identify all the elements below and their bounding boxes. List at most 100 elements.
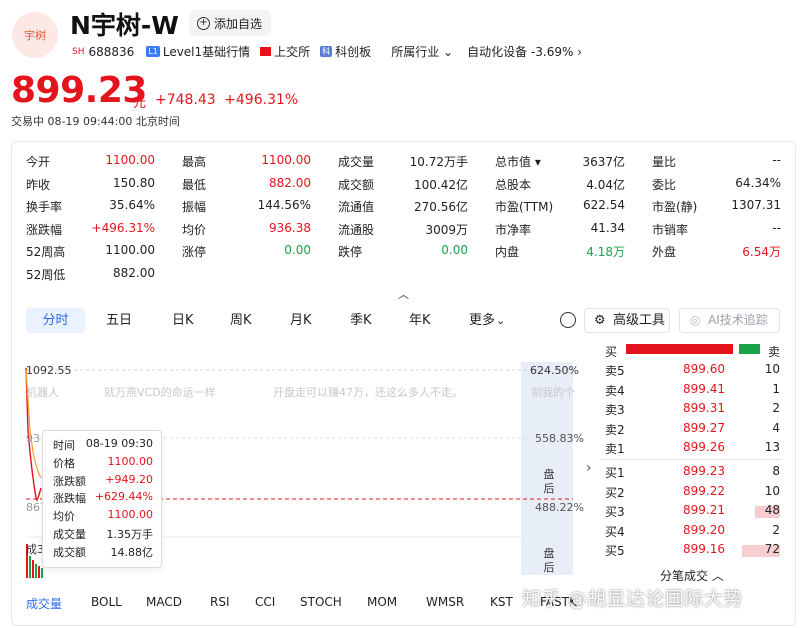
quote-label: 52周高 xyxy=(26,245,66,259)
tooltip-row: 涨跌额 +949.20 xyxy=(53,473,153,489)
asks-volume: 10 xyxy=(764,362,780,376)
asks-label: 卖1 xyxy=(605,442,625,456)
industry-link[interactable]: 自动化设备 -3.69% › xyxy=(467,43,582,60)
asks-price: 899.26 xyxy=(683,440,725,454)
left-mid-label: 93 xyxy=(26,432,40,445)
indicator-tab[interactable]: RSI xyxy=(210,595,230,609)
danmaku-2: 就万燕VCD的命运一样 xyxy=(104,386,216,399)
current-price: 899.23 xyxy=(11,70,147,111)
board-icon: 科 xyxy=(320,46,333,57)
tooltip-key: 涨跌额 xyxy=(53,474,86,488)
bids-price: 899.22 xyxy=(683,483,725,498)
quote-value: 100.42亿 xyxy=(414,177,468,192)
asks-volume: 13 xyxy=(764,440,780,454)
tooltip-row: 涨跌幅 +629.44% xyxy=(53,490,153,506)
ai-icon: ◎ xyxy=(690,313,701,327)
tab-intraday[interactable]: 分时 xyxy=(26,308,85,333)
indicator-tab[interactable]: MACD xyxy=(146,595,182,609)
chevron-up-icon: ︿ xyxy=(711,569,724,583)
quote-label: 流通股 xyxy=(338,222,375,237)
trades-toggle[interactable]: 分笔成交 ︿ xyxy=(660,567,724,584)
expand-orderbook-icon[interactable]: › xyxy=(586,460,592,476)
level1-link[interactable]: Level1基础行情 xyxy=(163,43,250,60)
quote-value: 4.18万 xyxy=(586,245,625,259)
ai-tracking-button[interactable]: ◎ AI技术追踪 xyxy=(679,308,780,333)
bids-label: 买1 xyxy=(605,466,625,480)
advanced-tools-label: 高级工具 xyxy=(613,313,666,328)
asks-label: 卖5 xyxy=(605,364,625,378)
tooltip-value: 08-19 09:30 xyxy=(85,437,153,450)
china-flag-icon xyxy=(260,47,272,56)
tab-1[interactable]: 五日 xyxy=(106,308,132,333)
chart-tooltip: 时间 08-19 09:30 价格 1100.00 涨跌额 +949.20 涨跌幅 +629.… xyxy=(42,430,162,568)
asks-row: 卖4 899.41 1 xyxy=(605,382,780,401)
fullscreen-icon[interactable] xyxy=(560,312,576,328)
quote-label: 内盘 xyxy=(495,245,520,259)
quote-label: 量比 xyxy=(652,155,677,169)
quote-value: 1100.00 xyxy=(105,243,155,257)
indicator-tab[interactable]: 成交量 xyxy=(26,595,62,612)
bids-volume: 8 xyxy=(772,464,780,478)
quote-label: 总市值 ▾ xyxy=(495,155,541,169)
indicator-tab[interactable]: STOCH xyxy=(300,595,342,609)
trading-status: 交易中 08-19 09:44:00 北京时间 xyxy=(11,115,180,128)
price-high-label: 1092.55 xyxy=(26,364,72,377)
danmaku-3: 开盘走可以赚47万，还这么多人不走。 xyxy=(273,386,463,399)
tab-5[interactable]: 季K xyxy=(350,308,372,333)
bids-row: 买5 899.16 72 xyxy=(605,542,780,561)
quote-value: 41.34 xyxy=(590,220,625,235)
indicator-tab[interactable]: WMSR xyxy=(426,595,464,609)
bids-price: 899.21 xyxy=(683,503,725,517)
industry-dropdown[interactable]: 所属行业 ⌄ xyxy=(391,43,453,60)
indicator-tab[interactable]: MOM xyxy=(367,595,397,609)
quote-value: 1100.00 xyxy=(261,153,311,167)
quote-value: 4.04亿 xyxy=(586,177,625,192)
tooltip-value: 1100.00 xyxy=(107,454,154,468)
quote-value: 150.80 xyxy=(113,175,155,190)
quote-label: 52周低 xyxy=(26,267,66,282)
tab-7[interactable]: 更多 xyxy=(469,308,495,333)
pct-low-label: 488.22% xyxy=(535,501,584,514)
industry-value: 自动化设备 -3.69% xyxy=(467,45,574,59)
add-watchlist-label: 添加自选 xyxy=(214,16,263,31)
volume-bar xyxy=(35,564,37,578)
indicator-tab[interactable]: CCI xyxy=(255,595,275,609)
price-change: +748.43 +496.31% xyxy=(155,92,298,108)
asks-volume: 4 xyxy=(772,420,780,435)
tab-2[interactable]: 日K xyxy=(172,308,194,333)
tooltip-row: 成交量 1.35万手 xyxy=(53,526,153,542)
quote-label: 涨停 xyxy=(182,245,207,259)
asks-price: 899.27 xyxy=(683,420,725,435)
tab-4[interactable]: 月K xyxy=(290,308,312,333)
indicator-tab[interactable]: KST xyxy=(490,595,513,609)
add-watchlist-button[interactable]: + 添加自选 xyxy=(189,10,272,36)
tab-3[interactable]: 周K xyxy=(230,308,252,333)
indicator-tab[interactable]: BOLL xyxy=(91,595,122,609)
bids-volume: 48 xyxy=(764,503,780,517)
quote-value: 936.38 xyxy=(269,220,311,235)
chevron-right-icon: › xyxy=(577,45,583,59)
quote-label: 市盈(静) xyxy=(652,200,698,214)
tooltip-key: 成交额 xyxy=(53,545,86,559)
advanced-tools-button[interactable]: ⚙ 高级工具 xyxy=(584,308,670,333)
volume-bar xyxy=(38,566,40,578)
quote-label: 今开 xyxy=(26,155,51,169)
collapse-caret-icon[interactable]: ︿ xyxy=(398,286,409,302)
quote-label: 最高 xyxy=(182,155,207,169)
quote-value: 882.00 xyxy=(269,175,311,190)
sell-ratio-fill xyxy=(738,344,760,354)
asks-label: 卖2 xyxy=(605,422,625,437)
bids-row: 买4 899.20 2 xyxy=(605,523,780,542)
tooltip-key: 均价 xyxy=(53,510,75,524)
quote-label: 跌停 xyxy=(338,245,363,259)
tools-icon: ⚙ xyxy=(594,313,606,328)
asks-row: 卖1 899.26 13 xyxy=(605,440,780,459)
quote-value: 1100.00 xyxy=(105,153,155,167)
chevron-down-icon: ⌄ xyxy=(443,45,454,59)
bids-row: 买1 899.23 8 xyxy=(605,464,780,483)
tab-6[interactable]: 年K xyxy=(409,308,431,333)
buy-ratio-fill xyxy=(626,344,733,354)
bids-label: 买5 xyxy=(605,544,625,558)
quote-value: 3009万 xyxy=(425,222,468,237)
volume-bar xyxy=(41,568,43,578)
